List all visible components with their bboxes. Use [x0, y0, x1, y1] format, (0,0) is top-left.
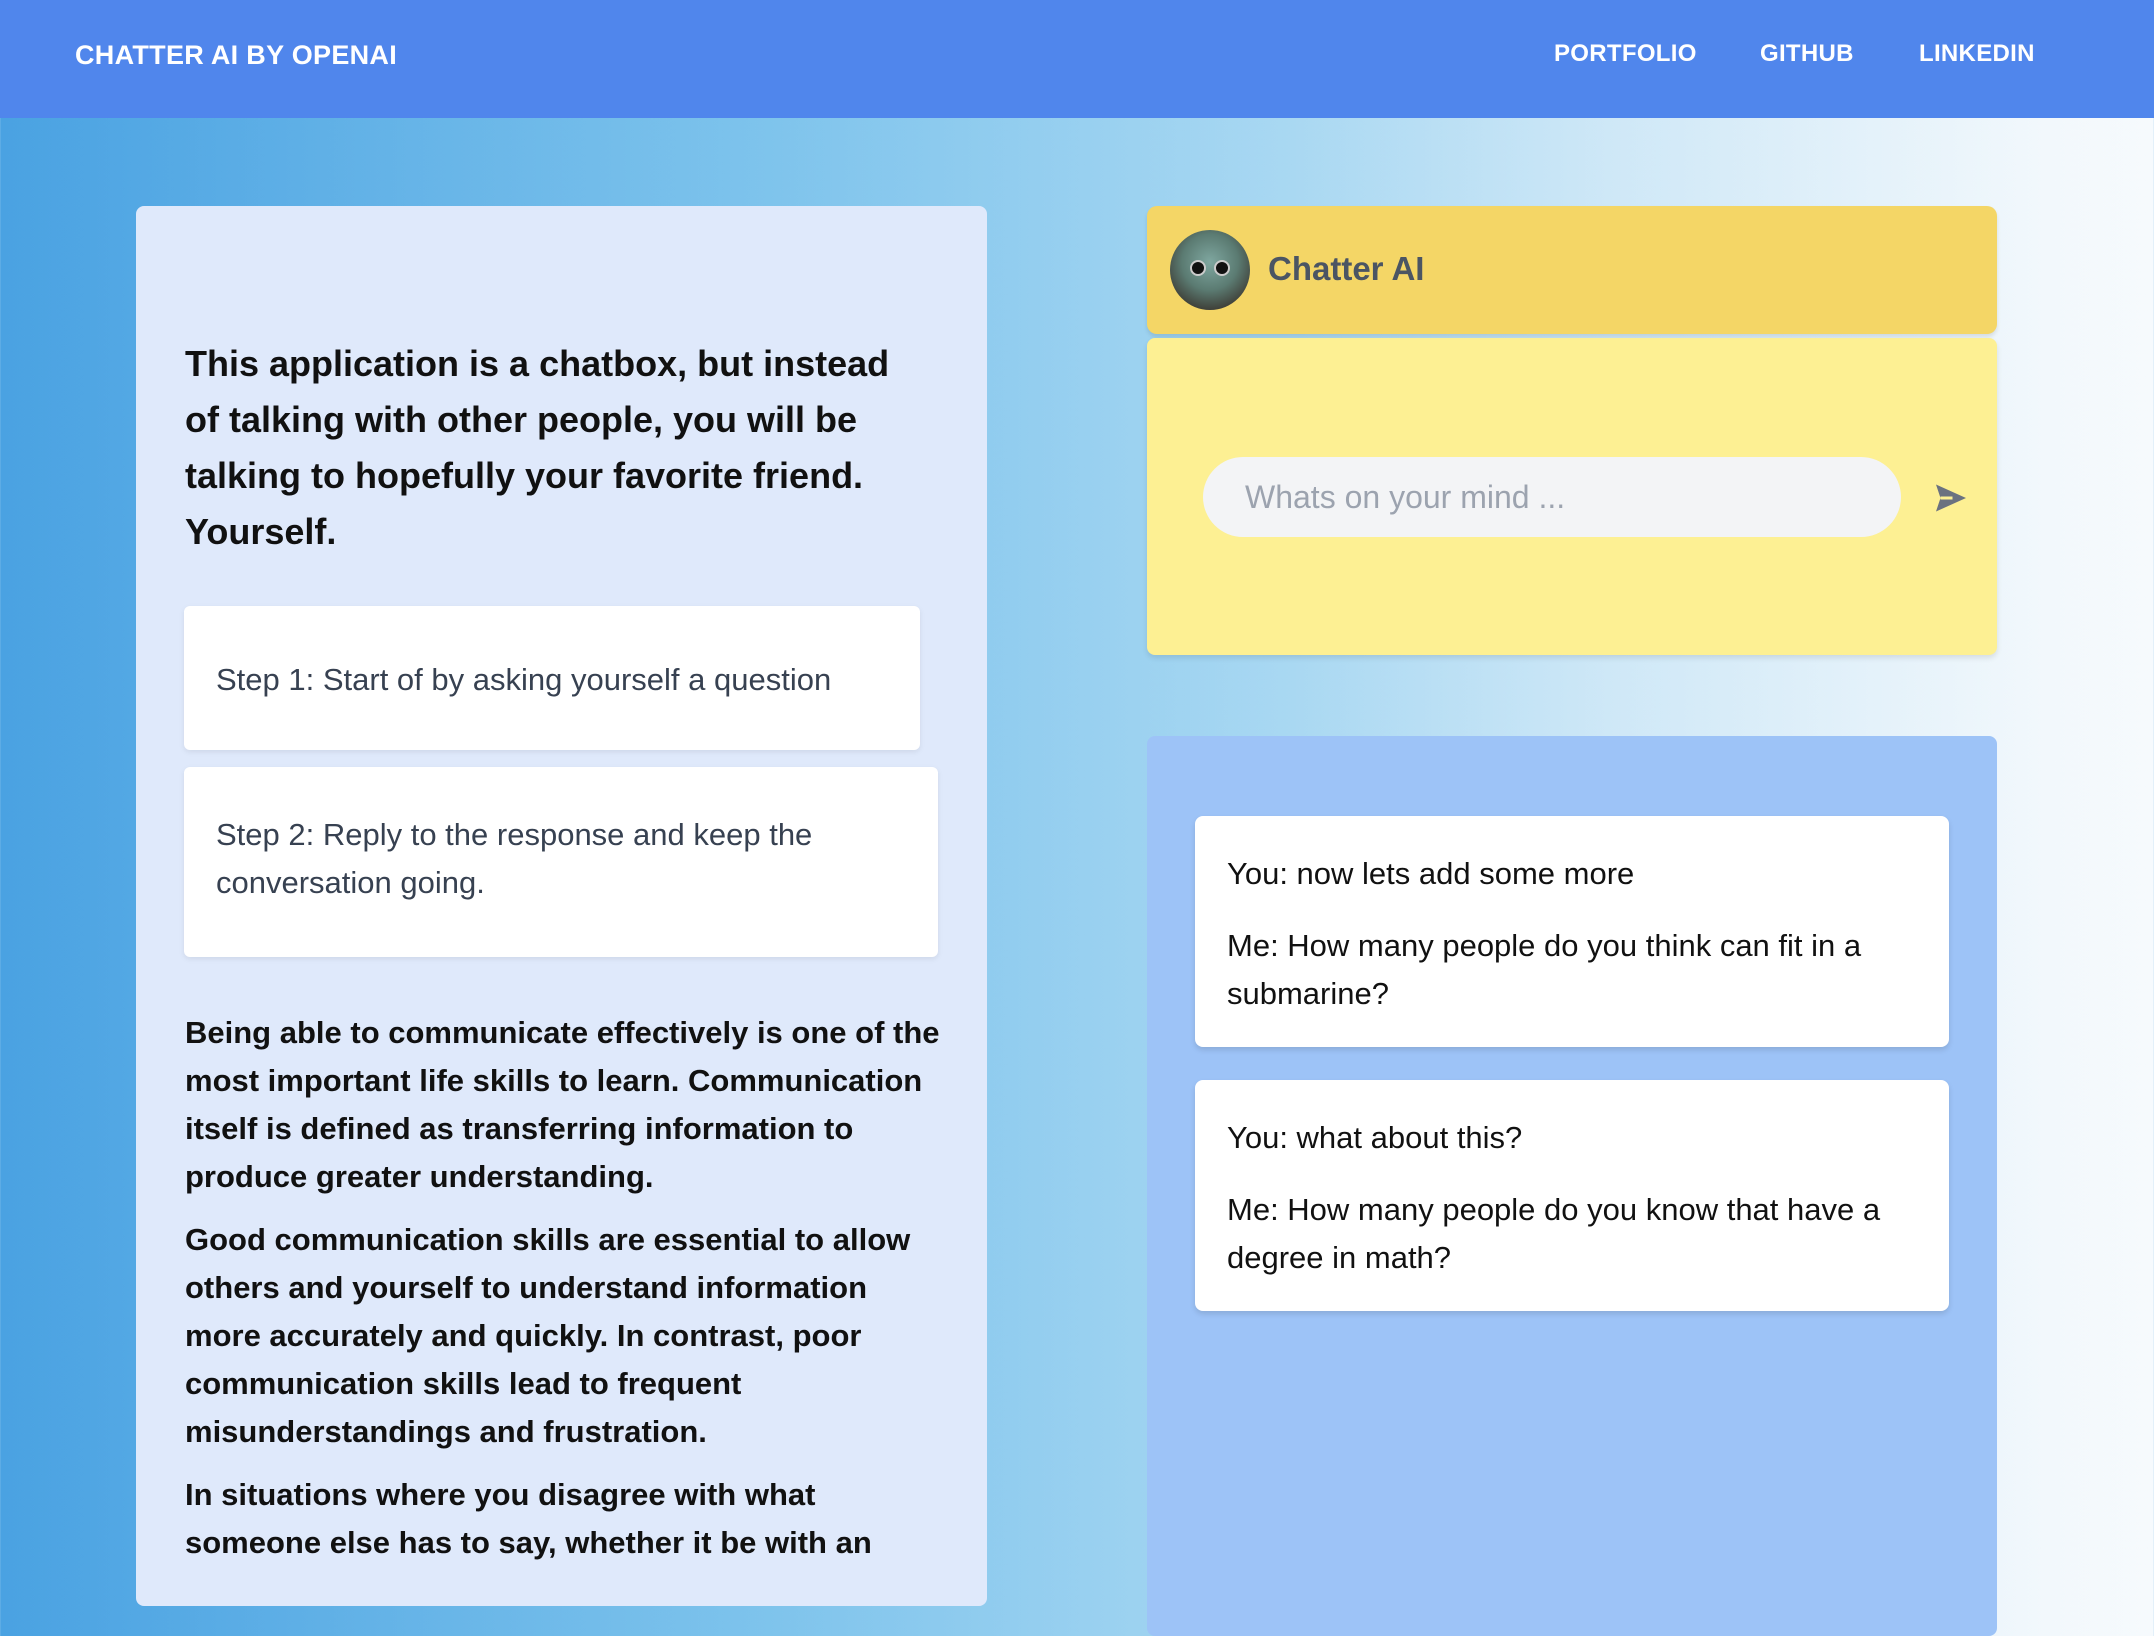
- avatar: [1170, 230, 1250, 310]
- messages-panel: You: now lets add some more Me: How many…: [1147, 736, 1997, 1636]
- ai-reply: Me: How many people do you think can fit…: [1227, 928, 1862, 1011]
- brand-title[interactable]: CHATTER AI BY OPENAI: [75, 40, 397, 71]
- step-1-card: Step 1: Start of by asking yourself a qu…: [184, 606, 920, 750]
- info-panel: This application is a chatbox, but inste…: [136, 206, 987, 1606]
- nav-portfolio[interactable]: PORTFOLIO: [1554, 40, 1697, 68]
- paragraph: In situations where you disagree with wh…: [185, 1477, 872, 1560]
- paragraph: Being able to communicate effectively is…: [185, 1015, 940, 1194]
- message-card: You: now lets add some more Me: How many…: [1195, 816, 1949, 1047]
- top-navbar: CHATTER AI BY OPENAI PORTFOLIO GITHUB LI…: [0, 0, 2154, 118]
- user-message: You: now lets add some more: [1227, 856, 1635, 891]
- chat-input-panel: [1147, 338, 1997, 655]
- paragraph: Good communication skills are essential …: [185, 1222, 911, 1449]
- chat-title: Chatter AI: [1268, 250, 1425, 287]
- user-message: You: what about this?: [1227, 1120, 1523, 1155]
- message-input[interactable]: [1203, 457, 1901, 537]
- chat-header: Chatter AI: [1147, 206, 1997, 334]
- step-2-card: Step 2: Reply to the response and keep t…: [184, 767, 938, 957]
- nav-linkedin[interactable]: LINKEDIN: [1919, 40, 2035, 68]
- paper-plane-icon[interactable]: [1933, 480, 1969, 516]
- ai-reply: Me: How many people do you know that hav…: [1227, 1192, 1881, 1275]
- nav-github[interactable]: GITHUB: [1760, 40, 1854, 68]
- intro-text: This application is a chatbox, but inste…: [185, 343, 890, 552]
- message-card: You: what about this? Me: How many peopl…: [1195, 1080, 1949, 1311]
